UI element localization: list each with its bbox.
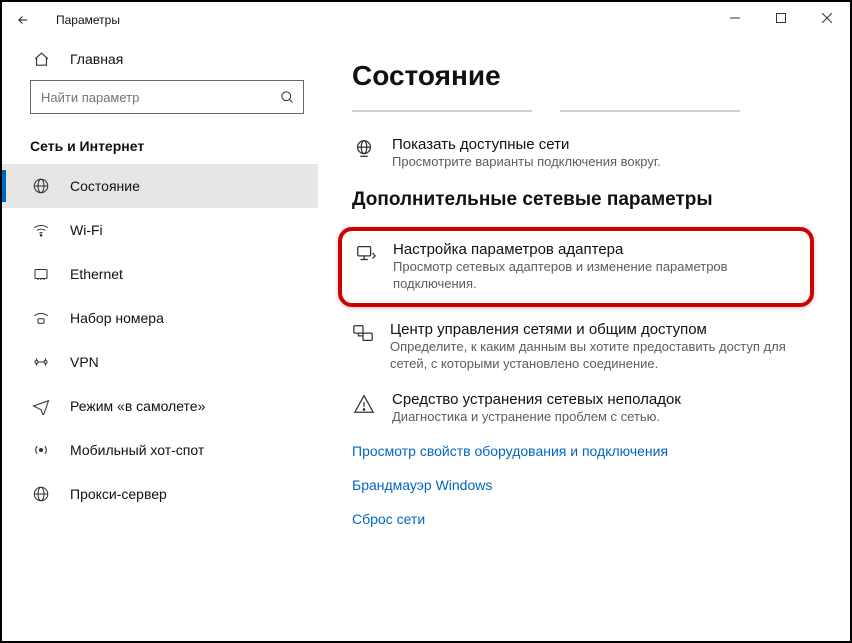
setting-sharing-center[interactable]: Центр управления сетями и общим доступом… [352, 321, 820, 373]
hotspot-icon [30, 441, 52, 459]
sharing-icon [352, 321, 374, 373]
sidebar-item-label: Мобильный хот-спот [70, 442, 204, 458]
sidebar: Главная Сеть и Интернет Состояние Wi-Fi … [2, 38, 318, 641]
highlight-box: Настройка параметров адаптера Просмотр с… [338, 227, 814, 307]
sidebar-category: Сеть и Интернет [2, 124, 318, 164]
sidebar-item-label: Ethernet [70, 266, 123, 282]
window-title: Параметры [56, 13, 120, 27]
warning-icon [352, 391, 376, 426]
vpn-icon [30, 353, 52, 371]
titlebar: Параметры [2, 2, 850, 38]
sidebar-item-label: Wi-Fi [70, 222, 103, 238]
globe-icon [352, 136, 376, 171]
setting-available-networks[interactable]: Показать доступные сети Просмотрите вари… [352, 136, 820, 171]
sidebar-item-dialup[interactable]: Набор номера [2, 296, 318, 340]
sidebar-item-airplane[interactable]: Режим «в самолете» [2, 384, 318, 428]
sidebar-home-label: Главная [70, 51, 123, 67]
sidebar-home[interactable]: Главная [2, 38, 318, 80]
dialup-icon [30, 309, 52, 327]
link-hardware-properties[interactable]: Просмотр свойств оборудования и подключе… [352, 443, 820, 459]
setting-title: Настройка параметров адаптера [393, 241, 798, 258]
ethernet-icon [30, 265, 52, 283]
adapter-icon [354, 241, 377, 293]
home-icon [30, 51, 52, 68]
setting-title: Показать доступные сети [392, 136, 661, 153]
search-box[interactable] [30, 80, 304, 114]
setting-troubleshoot[interactable]: Средство устранения сетевых неполадок Ди… [352, 391, 820, 426]
airplane-icon [30, 397, 52, 415]
main-content: Состояние Показать доступные сети Просмо… [318, 38, 850, 641]
sidebar-item-ethernet[interactable]: Ethernet [2, 252, 318, 296]
maximize-button[interactable] [758, 2, 804, 34]
section-title: Дополнительные сетевые параметры [352, 189, 820, 211]
divider-row [352, 110, 820, 112]
search-input[interactable] [31, 90, 303, 105]
link-network-reset[interactable]: Сброс сети [352, 511, 820, 527]
page-title: Состояние [352, 60, 820, 92]
globe-icon [30, 177, 52, 195]
setting-desc: Просмотр сетевых адаптеров и изменение п… [393, 258, 798, 293]
sidebar-item-hotspot[interactable]: Мобильный хот-спот [2, 428, 318, 472]
sidebar-item-label: Прокси-сервер [70, 486, 167, 502]
sidebar-item-label: Состояние [70, 178, 140, 194]
sidebar-item-vpn[interactable]: VPN [2, 340, 318, 384]
link-firewall[interactable]: Брандмауэр Windows [352, 477, 820, 493]
setting-title: Центр управления сетями и общим доступом [390, 321, 820, 338]
wifi-icon [30, 221, 52, 239]
sidebar-item-label: Режим «в самолете» [70, 398, 205, 414]
proxy-icon [30, 485, 52, 503]
setting-desc: Просмотрите варианты подключения вокруг. [392, 153, 661, 171]
close-button[interactable] [804, 2, 850, 34]
setting-title: Средство устранения сетевых неполадок [392, 391, 681, 408]
setting-desc: Диагностика и устранение проблем с сетью… [392, 408, 681, 426]
setting-desc: Определите, к каким данным вы хотите пре… [390, 338, 820, 373]
sidebar-item-wifi[interactable]: Wi-Fi [2, 208, 318, 252]
sidebar-item-label: Набор номера [70, 310, 164, 326]
sidebar-item-label: VPN [70, 354, 99, 370]
back-button[interactable] [16, 13, 40, 27]
setting-adapter-options[interactable]: Настройка параметров адаптера Просмотр с… [354, 241, 798, 293]
sidebar-item-proxy[interactable]: Прокси-сервер [2, 472, 318, 516]
search-icon [280, 90, 295, 105]
sidebar-item-status[interactable]: Состояние [2, 164, 318, 208]
minimize-button[interactable] [712, 2, 758, 34]
